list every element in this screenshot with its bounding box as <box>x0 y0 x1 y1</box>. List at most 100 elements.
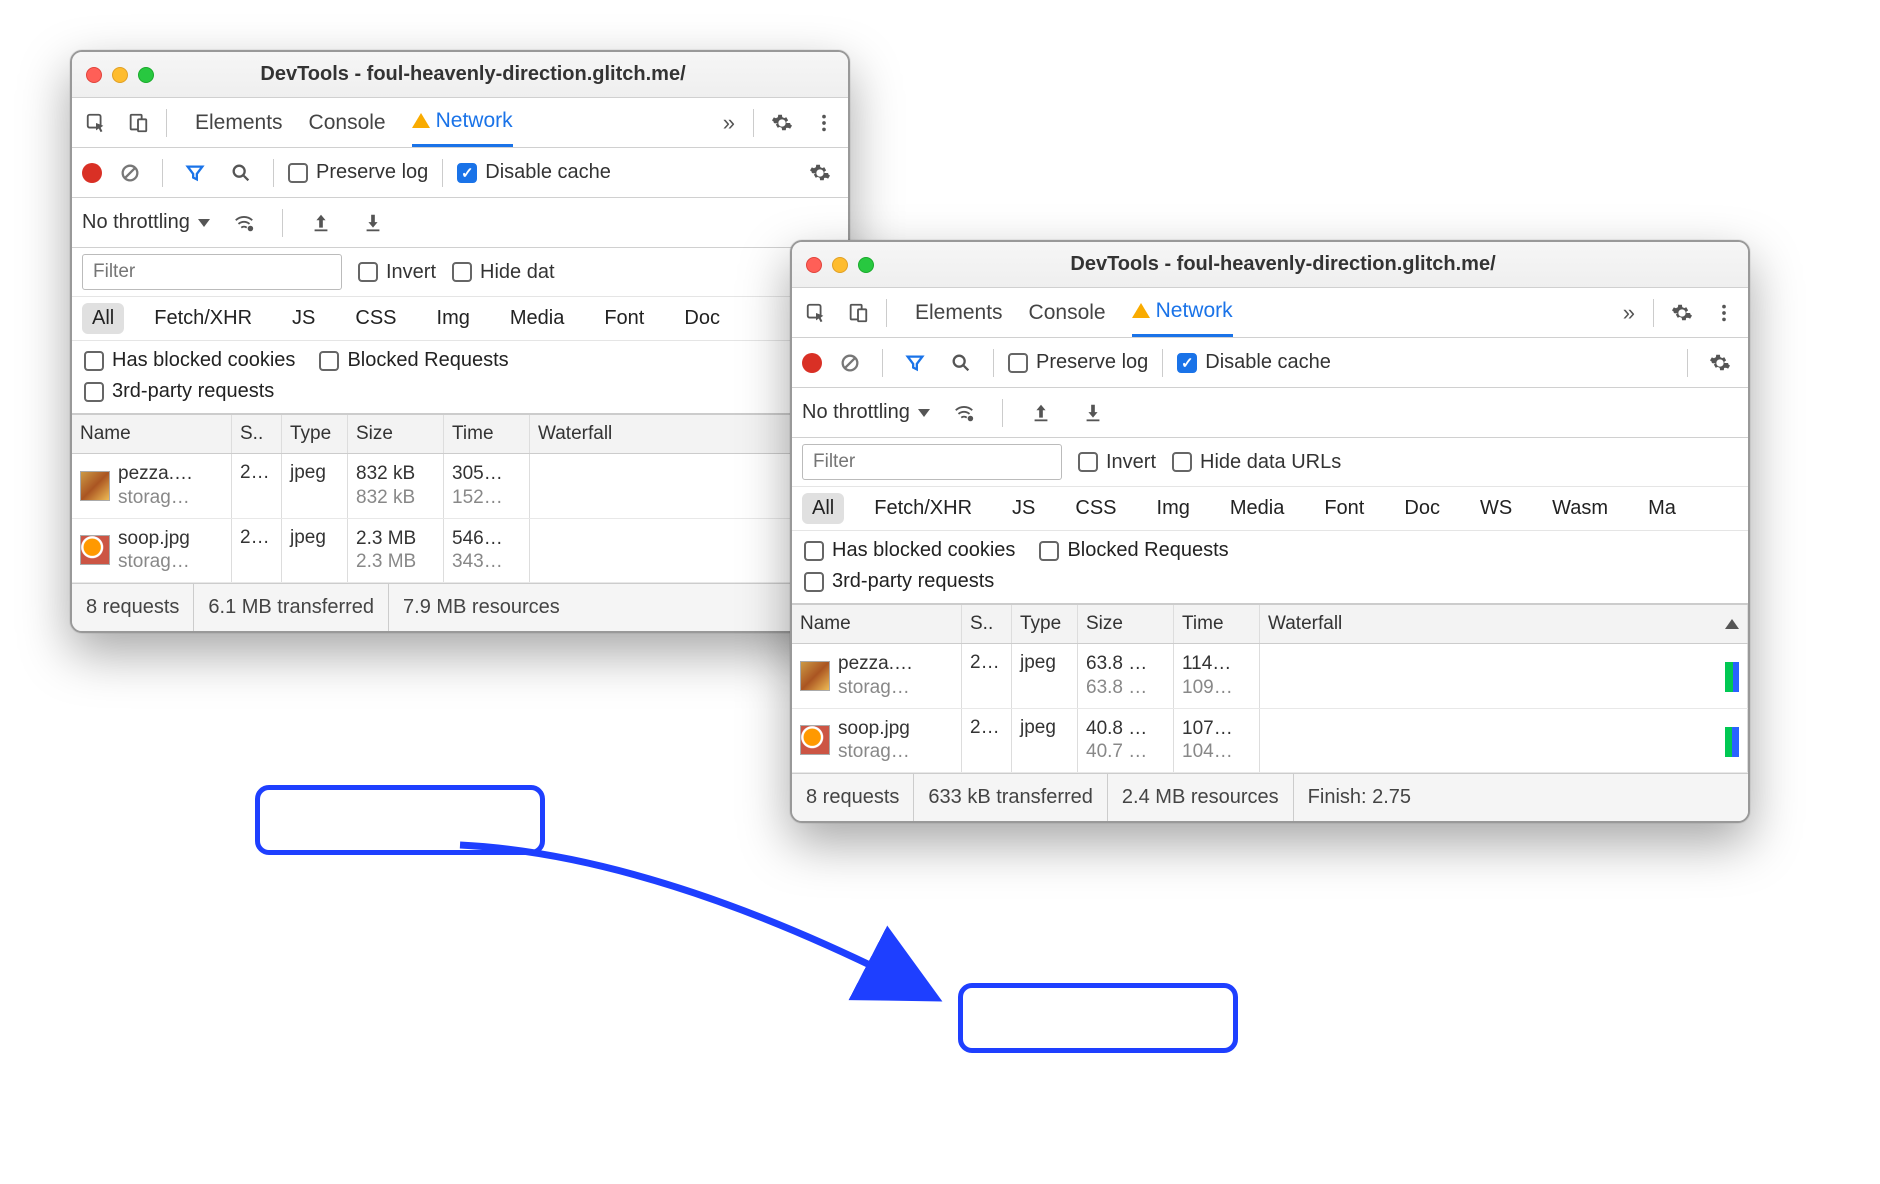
clear-icon[interactable] <box>832 345 868 381</box>
invert-checkbox[interactable]: Invert <box>1078 451 1156 474</box>
blocked-requests-checkbox[interactable]: Blocked Requests <box>1039 539 1228 562</box>
download-har-icon[interactable] <box>1075 395 1111 431</box>
blocked-requests-checkbox[interactable]: Blocked Requests <box>319 349 508 372</box>
col-status[interactable]: S.. <box>232 415 282 453</box>
settings-icon[interactable] <box>764 105 800 141</box>
disable-cache-label: Disable cache <box>485 161 611 184</box>
record-button[interactable] <box>802 353 822 373</box>
blocked-cookies-checkbox[interactable]: Has blocked cookies <box>804 539 1015 562</box>
separator <box>282 209 283 237</box>
network-settings-icon[interactable] <box>802 155 838 191</box>
checkbox-icon <box>804 541 824 561</box>
network-conditions-icon[interactable] <box>226 205 262 241</box>
table-row[interactable]: soop.jpg storag… 2… jpeg 2.3 MB 2.3 MB 5… <box>72 519 848 584</box>
kebab-menu-icon[interactable] <box>806 105 842 141</box>
hide-data-urls-checkbox[interactable]: Hide data URLs <box>1172 451 1341 474</box>
third-party-checkbox[interactable]: 3rd-party requests <box>84 380 274 403</box>
preserve-log-checkbox[interactable]: Preserve log <box>1008 351 1148 374</box>
chip-css[interactable]: CSS <box>1065 493 1126 524</box>
chip-manifest[interactable]: Ma <box>1638 493 1686 524</box>
download-har-icon[interactable] <box>355 205 391 241</box>
settings-icon[interactable] <box>1664 295 1700 331</box>
col-size[interactable]: Size <box>348 415 444 453</box>
device-toggle-icon[interactable] <box>840 295 876 331</box>
col-time[interactable]: Time <box>1174 605 1260 643</box>
blocked-requests-label: Blocked Requests <box>1067 539 1228 562</box>
upload-har-icon[interactable] <box>303 205 339 241</box>
preserve-log-label: Preserve log <box>316 161 428 184</box>
chip-media[interactable]: Media <box>1220 493 1294 524</box>
zoom-window-button[interactable] <box>138 67 154 83</box>
col-status[interactable]: S.. <box>962 605 1012 643</box>
tab-network[interactable]: Network <box>412 98 513 147</box>
tab-console[interactable]: Console <box>1029 288 1106 337</box>
throttling-select[interactable]: No throttling <box>82 211 210 234</box>
search-icon[interactable] <box>223 155 259 191</box>
chip-media[interactable]: Media <box>500 303 574 334</box>
chip-font[interactable]: Font <box>594 303 654 334</box>
col-name[interactable]: Name <box>792 605 962 643</box>
minimize-window-button[interactable] <box>832 257 848 273</box>
separator <box>1162 349 1163 377</box>
tab-elements[interactable]: Elements <box>915 288 1003 337</box>
tab-network[interactable]: Network <box>1132 288 1233 337</box>
col-type[interactable]: Type <box>282 415 348 453</box>
table-row[interactable]: pezza.… storag… 2… jpeg 63.8 … 63.8 … 11… <box>792 644 1748 709</box>
chip-fetch-xhr[interactable]: Fetch/XHR <box>864 493 982 524</box>
table-row[interactable]: soop.jpg storag… 2… jpeg 40.8 … 40.7 … 1… <box>792 709 1748 774</box>
blocked-cookies-checkbox[interactable]: Has blocked cookies <box>84 349 295 372</box>
chip-img[interactable]: Img <box>1147 493 1200 524</box>
preserve-log-checkbox[interactable]: Preserve log <box>288 161 428 184</box>
cell-size: 63.8 … 63.8 … <box>1078 644 1174 708</box>
close-window-button[interactable] <box>86 67 102 83</box>
tab-console[interactable]: Console <box>309 98 386 147</box>
chip-fetch-xhr[interactable]: Fetch/XHR <box>144 303 262 334</box>
table-row[interactable]: pezza.… storag… 2… jpeg 832 kB 832 kB 30… <box>72 454 848 519</box>
filter-icon[interactable] <box>897 345 933 381</box>
chip-all[interactable]: All <box>82 303 124 334</box>
more-tabs-icon[interactable]: » <box>1615 300 1643 326</box>
upload-har-icon[interactable] <box>1023 395 1059 431</box>
filter-icon[interactable] <box>177 155 213 191</box>
inspect-icon[interactable] <box>798 295 834 331</box>
col-type[interactable]: Type <box>1012 605 1078 643</box>
chip-js[interactable]: JS <box>282 303 325 334</box>
device-toggle-icon[interactable] <box>120 105 156 141</box>
tab-elements[interactable]: Elements <box>195 98 283 147</box>
chip-all[interactable]: All <box>802 493 844 524</box>
chip-css[interactable]: CSS <box>345 303 406 334</box>
filter-input[interactable] <box>802 444 1062 480</box>
devtools-window-after: DevTools - foul-heavenly-direction.glitc… <box>790 240 1750 823</box>
separator <box>166 109 167 137</box>
invert-checkbox[interactable]: Invert <box>358 261 436 284</box>
col-size[interactable]: Size <box>1078 605 1174 643</box>
search-icon[interactable] <box>943 345 979 381</box>
disable-cache-checkbox[interactable]: Disable cache <box>1177 351 1331 374</box>
col-name[interactable]: Name <box>72 415 232 453</box>
chip-img[interactable]: Img <box>427 303 480 334</box>
col-waterfall[interactable]: Waterfall <box>1260 605 1748 643</box>
chip-ws[interactable]: WS <box>1470 493 1522 524</box>
chip-doc[interactable]: Doc <box>674 303 730 334</box>
col-time[interactable]: Time <box>444 415 530 453</box>
clear-icon[interactable] <box>112 155 148 191</box>
chip-font[interactable]: Font <box>1314 493 1374 524</box>
network-settings-icon[interactable] <box>1702 345 1738 381</box>
chip-js[interactable]: JS <box>1002 493 1045 524</box>
row-filename: pezza.… <box>118 462 193 486</box>
throttling-select[interactable]: No throttling <box>802 401 930 424</box>
hide-data-urls-checkbox[interactable]: Hide dat <box>452 261 555 284</box>
record-button[interactable] <box>82 163 102 183</box>
disable-cache-checkbox[interactable]: Disable cache <box>457 161 611 184</box>
close-window-button[interactable] <box>806 257 822 273</box>
filter-input[interactable] <box>82 254 342 290</box>
inspect-icon[interactable] <box>78 105 114 141</box>
zoom-window-button[interactable] <box>858 257 874 273</box>
more-tabs-icon[interactable]: » <box>715 110 743 136</box>
minimize-window-button[interactable] <box>112 67 128 83</box>
third-party-checkbox[interactable]: 3rd-party requests <box>804 570 994 593</box>
kebab-menu-icon[interactable] <box>1706 295 1742 331</box>
network-conditions-icon[interactable] <box>946 395 982 431</box>
chip-doc[interactable]: Doc <box>1394 493 1450 524</box>
chip-wasm[interactable]: Wasm <box>1542 493 1618 524</box>
